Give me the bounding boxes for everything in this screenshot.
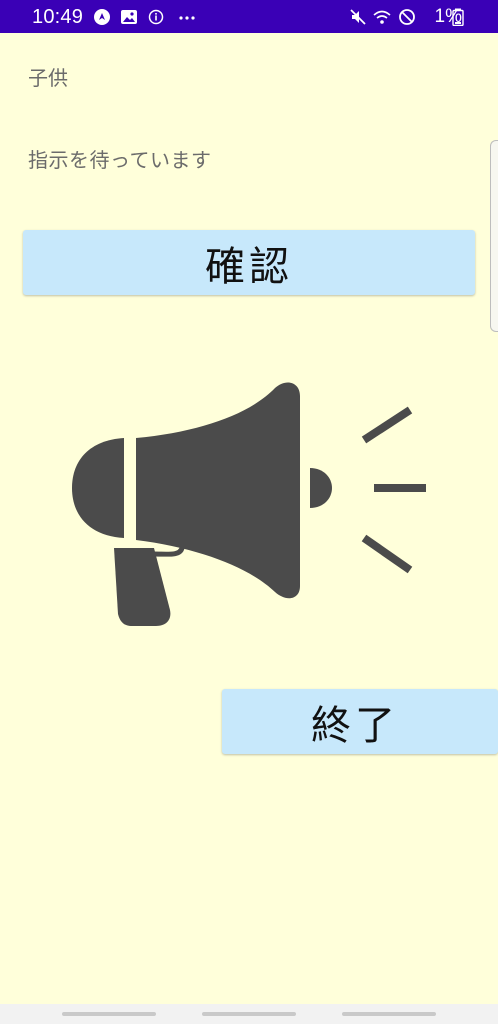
navigation-bar — [0, 1004, 498, 1024]
nav-recents-button[interactable] — [62, 1012, 156, 1016]
wifi-icon — [373, 10, 391, 24]
navigation-icon — [94, 9, 110, 25]
battery-icon — [452, 8, 464, 26]
megaphone-icon — [72, 382, 426, 626]
info-icon — [148, 9, 164, 25]
edge-panel-handle[interactable] — [490, 140, 498, 332]
more-icon — [179, 16, 195, 20]
role-label: 子供 — [28, 66, 68, 90]
status-time: 10:49 — [32, 6, 84, 28]
confirm-button[interactable]: 確認 — [23, 230, 475, 295]
status-message: 指示を待っています — [28, 148, 212, 172]
nav-home-button[interactable] — [202, 1012, 296, 1016]
mute-icon — [350, 9, 366, 25]
end-button-label: 終了 — [311, 702, 399, 749]
confirm-button-label: 確認 — [205, 243, 293, 290]
image-icon — [121, 10, 137, 24]
end-button[interactable]: 終了 — [222, 689, 498, 754]
nav-back-button[interactable] — [342, 1012, 436, 1016]
status-bar: 10:49 1% — [0, 0, 498, 33]
do-not-disturb-icon — [399, 9, 415, 25]
